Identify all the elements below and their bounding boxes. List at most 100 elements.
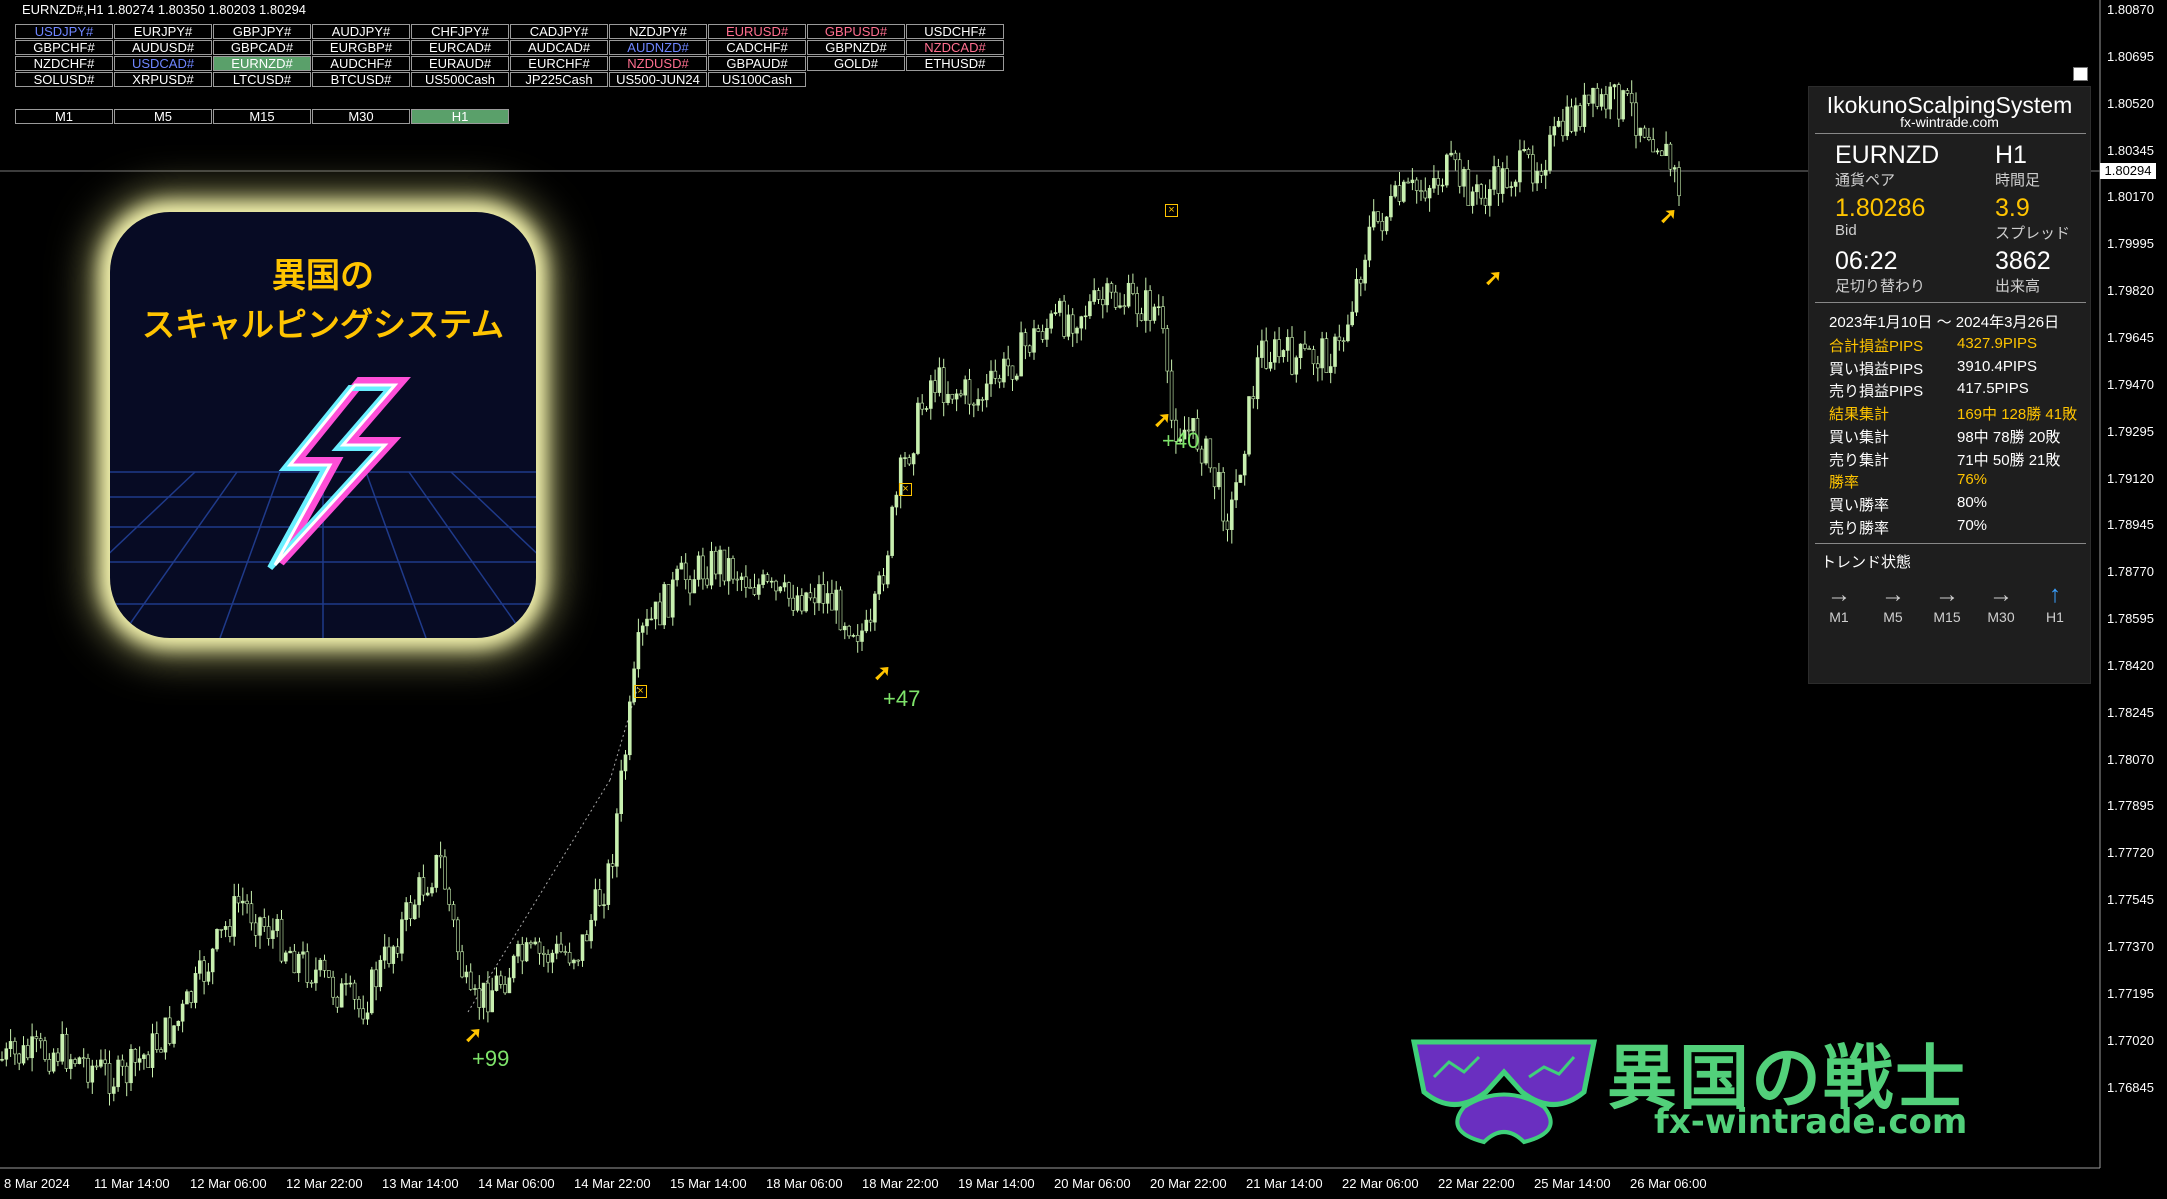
timeframe-button-m5[interactable]: M5 (114, 109, 212, 124)
candle-body (769, 580, 774, 583)
symbol-button[interactable]: EURUSD# (708, 24, 806, 39)
candle-body (1569, 106, 1574, 132)
symbol-button[interactable]: AUDCAD# (510, 40, 608, 55)
candle-body (142, 1054, 146, 1059)
candle-body (1053, 312, 1058, 315)
candle-body (1363, 259, 1367, 284)
symbol-button[interactable]: EURNZD# (213, 56, 311, 71)
candle-body (675, 568, 679, 581)
symbol-button[interactable]: NZDUSD# (609, 56, 707, 71)
signal-pips: +40 (1162, 428, 1200, 453)
candle-body (1105, 283, 1109, 306)
candle-body (460, 951, 464, 978)
info-panel: IkokunoScalpingSystem fx-wintrade.com EU… (1808, 86, 2091, 684)
candle-body (520, 943, 525, 962)
candle-body (296, 953, 301, 974)
symbol-button[interactable]: AUDUSD# (114, 40, 212, 55)
symbol-button[interactable]: USDCHF# (906, 24, 1004, 39)
candle-body (107, 1063, 112, 1094)
symbol-button[interactable]: NZDJPY# (609, 24, 707, 39)
symbol-button[interactable]: ETHUSD# (906, 56, 1004, 71)
candle-body (301, 951, 305, 955)
candle-body (81, 1057, 86, 1060)
symbol-button[interactable]: GBPUSD# (807, 24, 905, 39)
candle-body (34, 1036, 39, 1040)
candle-body (1625, 90, 1630, 94)
candle-body (365, 1012, 370, 1020)
symbol-button[interactable]: CADJPY# (510, 24, 608, 39)
symbol-button[interactable]: AUDCHF# (312, 56, 410, 71)
symbol-button[interactable]: XRPUSD# (114, 72, 212, 87)
candle-body (1109, 283, 1114, 293)
symbol-button[interactable]: GBPNZD# (807, 40, 905, 55)
candle-body (159, 1049, 163, 1053)
symbol-button[interactable]: USDCAD# (114, 56, 212, 71)
candle-body (1264, 340, 1268, 369)
candle-body (1509, 186, 1514, 188)
candle-body (395, 946, 400, 954)
candle-body (830, 593, 834, 611)
symbol-button[interactable]: GBPJPY# (213, 24, 311, 39)
symbol-button[interactable]: GBPCAD# (213, 40, 311, 55)
symbol-button[interactable]: CHFJPY# (411, 24, 509, 39)
candle-body (172, 1025, 176, 1044)
candle-body (1608, 86, 1612, 110)
candle-body (1642, 127, 1647, 138)
symbol-button[interactable]: EURCAD# (411, 40, 509, 55)
stat-label: 買い損益PIPS (1829, 360, 1924, 378)
candle-body (271, 930, 275, 939)
symbol-button[interactable]: CADCHF# (708, 40, 806, 55)
candle-body (0, 1058, 4, 1061)
candle-body (266, 926, 271, 939)
timeframe-button-m15[interactable]: M15 (213, 109, 311, 124)
candle-body (868, 619, 873, 623)
symbol-button[interactable]: US500Cash (411, 72, 509, 87)
candle-body (245, 900, 249, 905)
candle-body (331, 976, 335, 998)
candle-body (563, 951, 568, 953)
candle-body (1660, 150, 1664, 156)
symbol-button[interactable]: US100Cash (708, 72, 806, 87)
time-tick-label: 12 Mar 22:00 (286, 1176, 363, 1191)
buy-signal-arrow-icon: ➚ (464, 1022, 483, 1047)
symbol-button[interactable]: AUDJPY# (312, 24, 410, 39)
timeframe-button-m1[interactable]: M1 (15, 109, 113, 124)
symbol-button[interactable]: SOLUSD# (15, 72, 113, 87)
candle-body (907, 457, 912, 465)
symbol-button[interactable]: GBPCHF# (15, 40, 113, 55)
symbol-button[interactable]: AUDNZD# (609, 40, 707, 55)
timeframe-button-h1[interactable]: H1 (411, 109, 509, 124)
candle-body (1341, 340, 1346, 342)
candle-body (223, 926, 228, 930)
candle-body (782, 582, 787, 588)
candle-body (498, 975, 503, 985)
minimize-panel-button[interactable] (2073, 67, 2088, 81)
candle-body (1457, 159, 1462, 187)
buy-signal-arrow-icon: ➚ (1659, 203, 1678, 228)
symbol-button[interactable]: GOLD# (807, 56, 905, 71)
candle-body (778, 586, 783, 592)
symbol-button[interactable]: USDJPY# (15, 24, 113, 39)
timeframe-button-row: M1 M5 M15 M30 H1 (15, 109, 509, 124)
candle-body (137, 1058, 142, 1063)
symbol-button[interactable]: GBPAUD# (708, 56, 806, 71)
price-tick-label: 1.78595 (2107, 611, 2154, 627)
symbol-button[interactable]: EURGBP# (312, 40, 410, 55)
candle-body (623, 754, 628, 772)
candle-body (1131, 282, 1135, 294)
symbol-button[interactable]: EURJPY# (114, 24, 212, 39)
candle-body (1531, 154, 1535, 184)
timeframe-button-m30[interactable]: M30 (312, 109, 410, 124)
symbol-button[interactable]: BTCUSD# (312, 72, 410, 87)
symbol-button[interactable]: EURCHF# (510, 56, 608, 71)
signal-pips: +47 (883, 686, 921, 711)
symbol-button[interactable]: US500-JUN24 (609, 72, 707, 87)
symbol-button[interactable]: NZDCHF# (15, 56, 113, 71)
symbol-button[interactable]: NZDCAD# (906, 40, 1004, 55)
candle-body (17, 1053, 22, 1064)
symbol-button[interactable]: JP225Cash (510, 72, 608, 87)
candle-body (821, 584, 826, 604)
symbol-button[interactable]: EURAUD# (411, 56, 509, 71)
candle-body (241, 900, 245, 904)
symbol-button[interactable]: LTCUSD# (213, 72, 311, 87)
